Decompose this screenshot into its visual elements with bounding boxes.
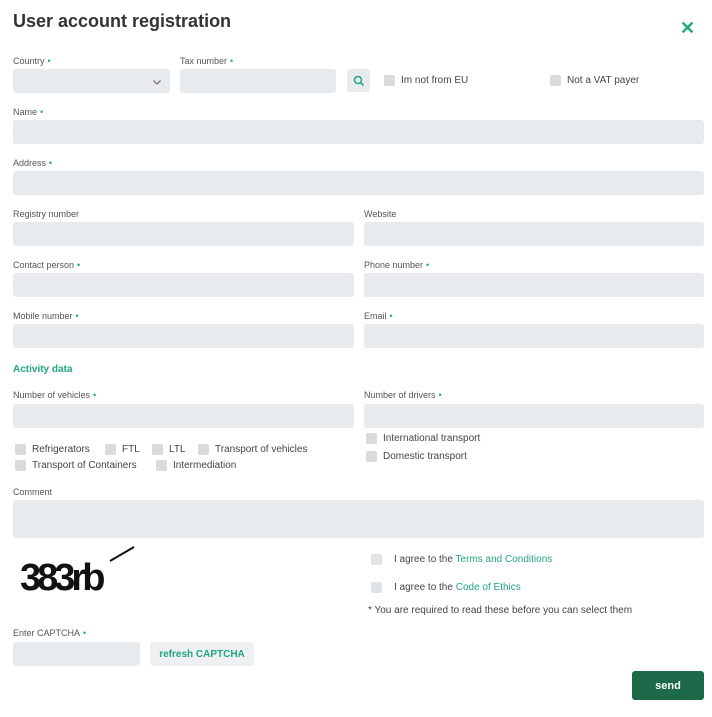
not-from-eu-box[interactable] [384, 75, 395, 86]
email-label: Email • [364, 311, 393, 321]
transport-of-vehicles-checkbox[interactable]: Transport of vehicles [198, 444, 307, 455]
registry-number-input[interactable] [13, 222, 354, 246]
ethics-link[interactable]: Code of Ethics [456, 582, 521, 593]
intermediation-checkbox[interactable]: Intermediation [156, 460, 236, 471]
country-select[interactable] [13, 69, 170, 93]
domestic-transport-checkbox[interactable]: Domestic transport [366, 451, 467, 462]
not-from-eu-checkbox[interactable]: Im not from EU [384, 75, 468, 86]
website-label: Website [364, 209, 397, 219]
not-vat-payer-label: Not a VAT payer [567, 75, 640, 86]
checkbox-box[interactable] [152, 444, 163, 455]
address-input[interactable] [13, 171, 704, 195]
ltl-checkbox[interactable]: LTL [152, 444, 186, 455]
chevron-down-icon [152, 74, 162, 92]
checkbox-box[interactable] [366, 451, 377, 462]
checkbox-label: Transport of vehicles [215, 444, 308, 455]
tax-number-label: Tax number • [180, 56, 234, 66]
email-input[interactable] [364, 324, 704, 348]
mobile-number-label: Mobile number • [13, 311, 79, 321]
checkbox-box[interactable] [366, 433, 377, 444]
checkbox-label: FTL [122, 444, 140, 455]
international-transport-checkbox[interactable]: International transport [366, 433, 480, 444]
search-icon [353, 75, 364, 86]
not-from-eu-label: Im not from EU [401, 75, 469, 86]
ethics-agree-label: I agree to the Code of Ethics [394, 582, 521, 593]
refresh-captcha-button[interactable]: refresh CAPTCHA [150, 642, 254, 666]
checkbox-label: Refrigerators [32, 444, 90, 455]
number-of-drivers-label: Number of drivers • [364, 390, 442, 400]
send-button[interactable]: send [632, 671, 704, 700]
checkbox-label: International transport [383, 433, 481, 444]
number-of-vehicles-input[interactable] [13, 404, 354, 428]
captcha-text: 383rb [20, 557, 104, 595]
activity-data-heading: Activity data [13, 364, 73, 375]
name-input[interactable] [13, 120, 704, 144]
phone-number-label: Phone number • [364, 260, 430, 270]
checkbox-label: Transport of Containers [32, 460, 137, 471]
not-vat-payer-checkbox[interactable]: Not a VAT payer [550, 75, 639, 86]
comment-textarea[interactable] [13, 500, 704, 538]
country-label: Country • [13, 56, 51, 66]
close-icon[interactable]: ✕ [680, 18, 695, 38]
refrigerators-checkbox[interactable]: Refrigerators [15, 444, 90, 455]
not-vat-payer-box[interactable] [550, 75, 561, 86]
checkbox-box[interactable] [156, 460, 167, 471]
checkbox-label: Domestic transport [383, 451, 467, 462]
name-label: Name • [13, 107, 44, 117]
captcha-label: Enter CAPTCHA • [13, 628, 87, 638]
ftl-checkbox[interactable]: FTL [105, 444, 140, 455]
terms-agree-label: I agree to the Terms and Conditions [394, 554, 553, 565]
captcha-image: 383rb [18, 545, 138, 599]
agreements-note: * You are required to read these before … [368, 605, 633, 616]
registry-number-label: Registry number [13, 209, 80, 219]
page-title: User account registration [13, 11, 232, 31]
checkbox-box[interactable] [15, 460, 26, 471]
number-of-vehicles-label: Number of vehicles • [13, 390, 97, 400]
phone-number-input[interactable] [364, 273, 704, 297]
tax-number-input[interactable] [180, 69, 336, 93]
checkbox-box[interactable] [198, 444, 209, 455]
checkbox-label: LTL [169, 444, 186, 455]
captcha-input[interactable] [13, 642, 140, 666]
ethics-agree-box[interactable] [371, 582, 382, 593]
tax-search-button[interactable] [347, 69, 370, 92]
mobile-number-input[interactable] [13, 324, 354, 348]
number-of-drivers-input[interactable] [364, 404, 704, 428]
checkbox-box[interactable] [15, 444, 26, 455]
website-input[interactable] [364, 222, 704, 246]
transport-of-containers-checkbox[interactable]: Transport of Containers [15, 460, 137, 471]
contact-person-input[interactable] [13, 273, 354, 297]
comment-label: Comment [13, 487, 53, 497]
address-label: Address • [13, 158, 53, 168]
terms-agree-box[interactable] [371, 554, 382, 565]
checkbox-box[interactable] [105, 444, 116, 455]
checkbox-label: Intermediation [173, 460, 237, 471]
terms-link[interactable]: Terms and Conditions [456, 554, 553, 565]
ethics-agree-checkbox[interactable]: I agree to the Code of Ethics [371, 582, 521, 593]
contact-person-label: Contact person • [13, 260, 81, 270]
terms-agree-checkbox[interactable]: I agree to the Terms and Conditions [371, 554, 552, 565]
